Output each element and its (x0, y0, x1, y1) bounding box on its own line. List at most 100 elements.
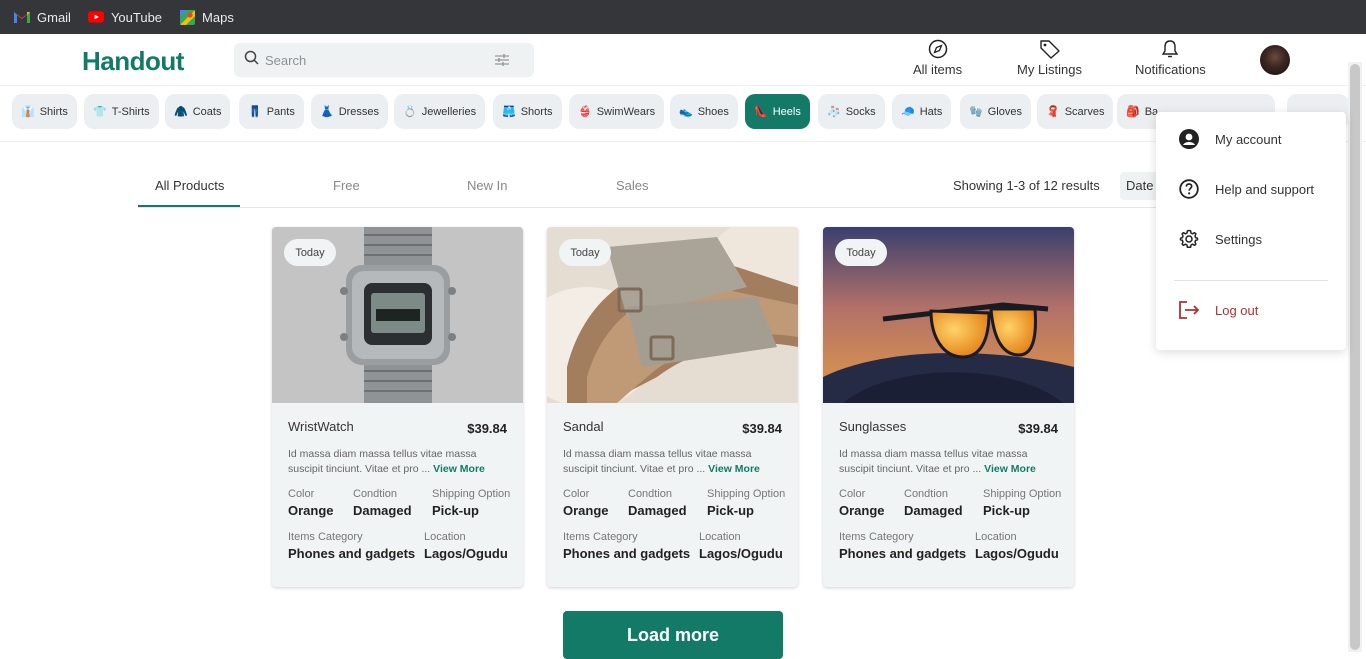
category-label: Shorts (520, 105, 553, 118)
gmail-icon (14, 9, 30, 25)
menu-item-label: Settings (1215, 231, 1262, 247)
gear-icon (1178, 228, 1200, 250)
results-count: Showing 1-3 of 12 results (953, 178, 1100, 193)
category-chip-socks[interactable]: 🧦 Socks (818, 94, 885, 129)
color-label: Color (288, 488, 315, 500)
location-label: Location (699, 531, 741, 543)
category-chip-coats[interactable]: 🧥 Coats (165, 94, 231, 129)
location-value: Lagos/Ogudu (975, 546, 1059, 561)
category-chip-hats[interactable]: 🧢 Hats (892, 94, 952, 129)
tab-free[interactable]: Free (333, 178, 360, 193)
condition-label: Condtion (353, 488, 398, 500)
search-bar[interactable]: Search (234, 43, 534, 77)
product-card-sunglasses[interactable]: Today Sunglasses $39.84 Id massa diam ma… (823, 227, 1074, 587)
category-chip-swimwears[interactable]: 👙 SwimWears (569, 94, 665, 129)
shipping-value: Pick-up (432, 503, 479, 518)
category-label: SwimWears (596, 105, 656, 118)
sock-icon: 🧦 (827, 106, 841, 118)
condition-label: Condtion (628, 488, 673, 500)
category-value: Phones and gadgets (288, 546, 416, 561)
category-chip-tshirts[interactable]: 👕 T-Shirts (84, 94, 159, 129)
pants-icon: 👖 (248, 106, 262, 118)
brand-logo[interactable]: Handout (82, 46, 184, 77)
menu-item-settings[interactable]: Settings (1178, 228, 1262, 250)
bag-icon: 🎒 (1126, 106, 1140, 118)
nav-label: All items (913, 62, 963, 77)
shirt-icon: 👔 (21, 106, 35, 118)
menu-item-label: Help and support (1215, 181, 1315, 197)
category-label: Jewelleries (421, 105, 477, 118)
bookmark-youtube[interactable]: YouTube (87, 9, 163, 25)
product-price: $39.84 (1018, 421, 1058, 436)
compass-icon (928, 36, 948, 62)
date-badge: Today (559, 239, 611, 266)
shoe-icon: 👟 (679, 106, 693, 118)
bookmark-maps[interactable]: Maps (179, 9, 234, 25)
scrollbar-thumb[interactable] (1350, 64, 1360, 650)
location-label: Location (424, 531, 466, 543)
category-label: Scarves (1064, 105, 1105, 118)
bikini-icon: 👙 (578, 106, 592, 118)
tab-new-in[interactable]: New In (467, 178, 507, 193)
bookmark-label: Gmail (37, 9, 71, 25)
category-chip-scarves[interactable]: 🧣 Scarves (1037, 94, 1114, 129)
glove-icon: 🧤 (969, 106, 983, 118)
product-card-wristwatch[interactable]: Today WristWatch $39.84 Id massa diam ma… (272, 227, 523, 587)
category-chip-pants[interactable]: 👖 Pants (239, 94, 304, 129)
category-label: Dresses (338, 105, 380, 118)
menu-item-help-support[interactable]: Help and support (1178, 178, 1314, 200)
product-description: Id massa diam massa tellus vitae massa s… (288, 447, 510, 477)
shipping-value: Pick-up (707, 503, 754, 518)
category-label: Coats (192, 105, 222, 118)
avatar[interactable] (1260, 45, 1290, 75)
filter-sliders-icon[interactable] (494, 53, 510, 72)
location-value: Lagos/Ogudu (424, 546, 508, 561)
condition-value: Damaged (353, 503, 412, 518)
nav-my-listings[interactable]: My Listings (1017, 36, 1082, 77)
color-label: Color (839, 488, 866, 500)
youtube-icon (87, 9, 104, 25)
product-description: Id massa diam massa tellus vitae massa s… (839, 447, 1061, 477)
tab-sales[interactable]: Sales (616, 178, 649, 193)
color-value: Orange (839, 503, 885, 518)
category-label: Heels (772, 105, 801, 118)
category-chip-jewelleries[interactable]: 💍 Jewelleries (394, 94, 486, 129)
view-more-link[interactable]: View More (433, 463, 485, 475)
view-more-link[interactable]: View More (708, 463, 760, 475)
nav-all-items[interactable]: All items (913, 36, 962, 77)
category-label: Items Category (563, 531, 638, 543)
menu-item-log-out[interactable]: Log out (1178, 299, 1258, 321)
category-label: Items Category (839, 531, 914, 543)
tab-all-products[interactable]: All Products (155, 178, 224, 193)
category-chip-shirts[interactable]: 👔 Shirts (12, 94, 77, 129)
product-price: $39.84 (742, 421, 782, 436)
menu-item-my-account[interactable]: My account (1178, 128, 1281, 150)
location-label: Location (975, 531, 1017, 543)
color-value: Orange (563, 503, 609, 518)
bookmark-gmail[interactable]: Gmail (14, 9, 71, 25)
bookmark-label: YouTube (110, 9, 163, 25)
product-card-sandal[interactable]: Today Sandal $39.84 Id massa diam massa … (547, 227, 798, 587)
category-chip-shorts[interactable]: 🩳 Shorts (493, 94, 562, 129)
shipping-label: Shipping Option (432, 488, 511, 500)
bookmarks-bar: Gmail YouTube Maps (0, 0, 1366, 34)
scarf-icon: 🧣 (1046, 106, 1060, 118)
view-more-link[interactable]: View More (984, 463, 1036, 475)
shipping-value: Pick-up (983, 503, 1030, 518)
help-circle-icon (1178, 178, 1200, 200)
product-description: Id massa diam massa tellus vitae massa s… (563, 447, 785, 477)
category-chip-gloves[interactable]: 🧤 Gloves (960, 94, 1031, 129)
category-label: T-Shirts (111, 105, 150, 118)
category-chip-shoes[interactable]: 👟 Shoes (670, 94, 738, 129)
search-input[interactable]: Search (265, 53, 306, 68)
user-circle-icon (1178, 128, 1200, 150)
date-badge: Today (835, 239, 887, 266)
page-scrollbar[interactable] (1348, 62, 1362, 652)
heel-icon: 👠 (754, 106, 768, 118)
category-chip-dresses[interactable]: 👗 Dresses (311, 94, 389, 129)
color-label: Color (563, 488, 590, 500)
category-chip-heels[interactable]: 👠 Heels (745, 94, 810, 129)
nav-label: My Listings (1017, 62, 1083, 77)
category-label: Shirts (39, 105, 68, 118)
nav-notifications[interactable]: Notifications (1135, 36, 1206, 77)
